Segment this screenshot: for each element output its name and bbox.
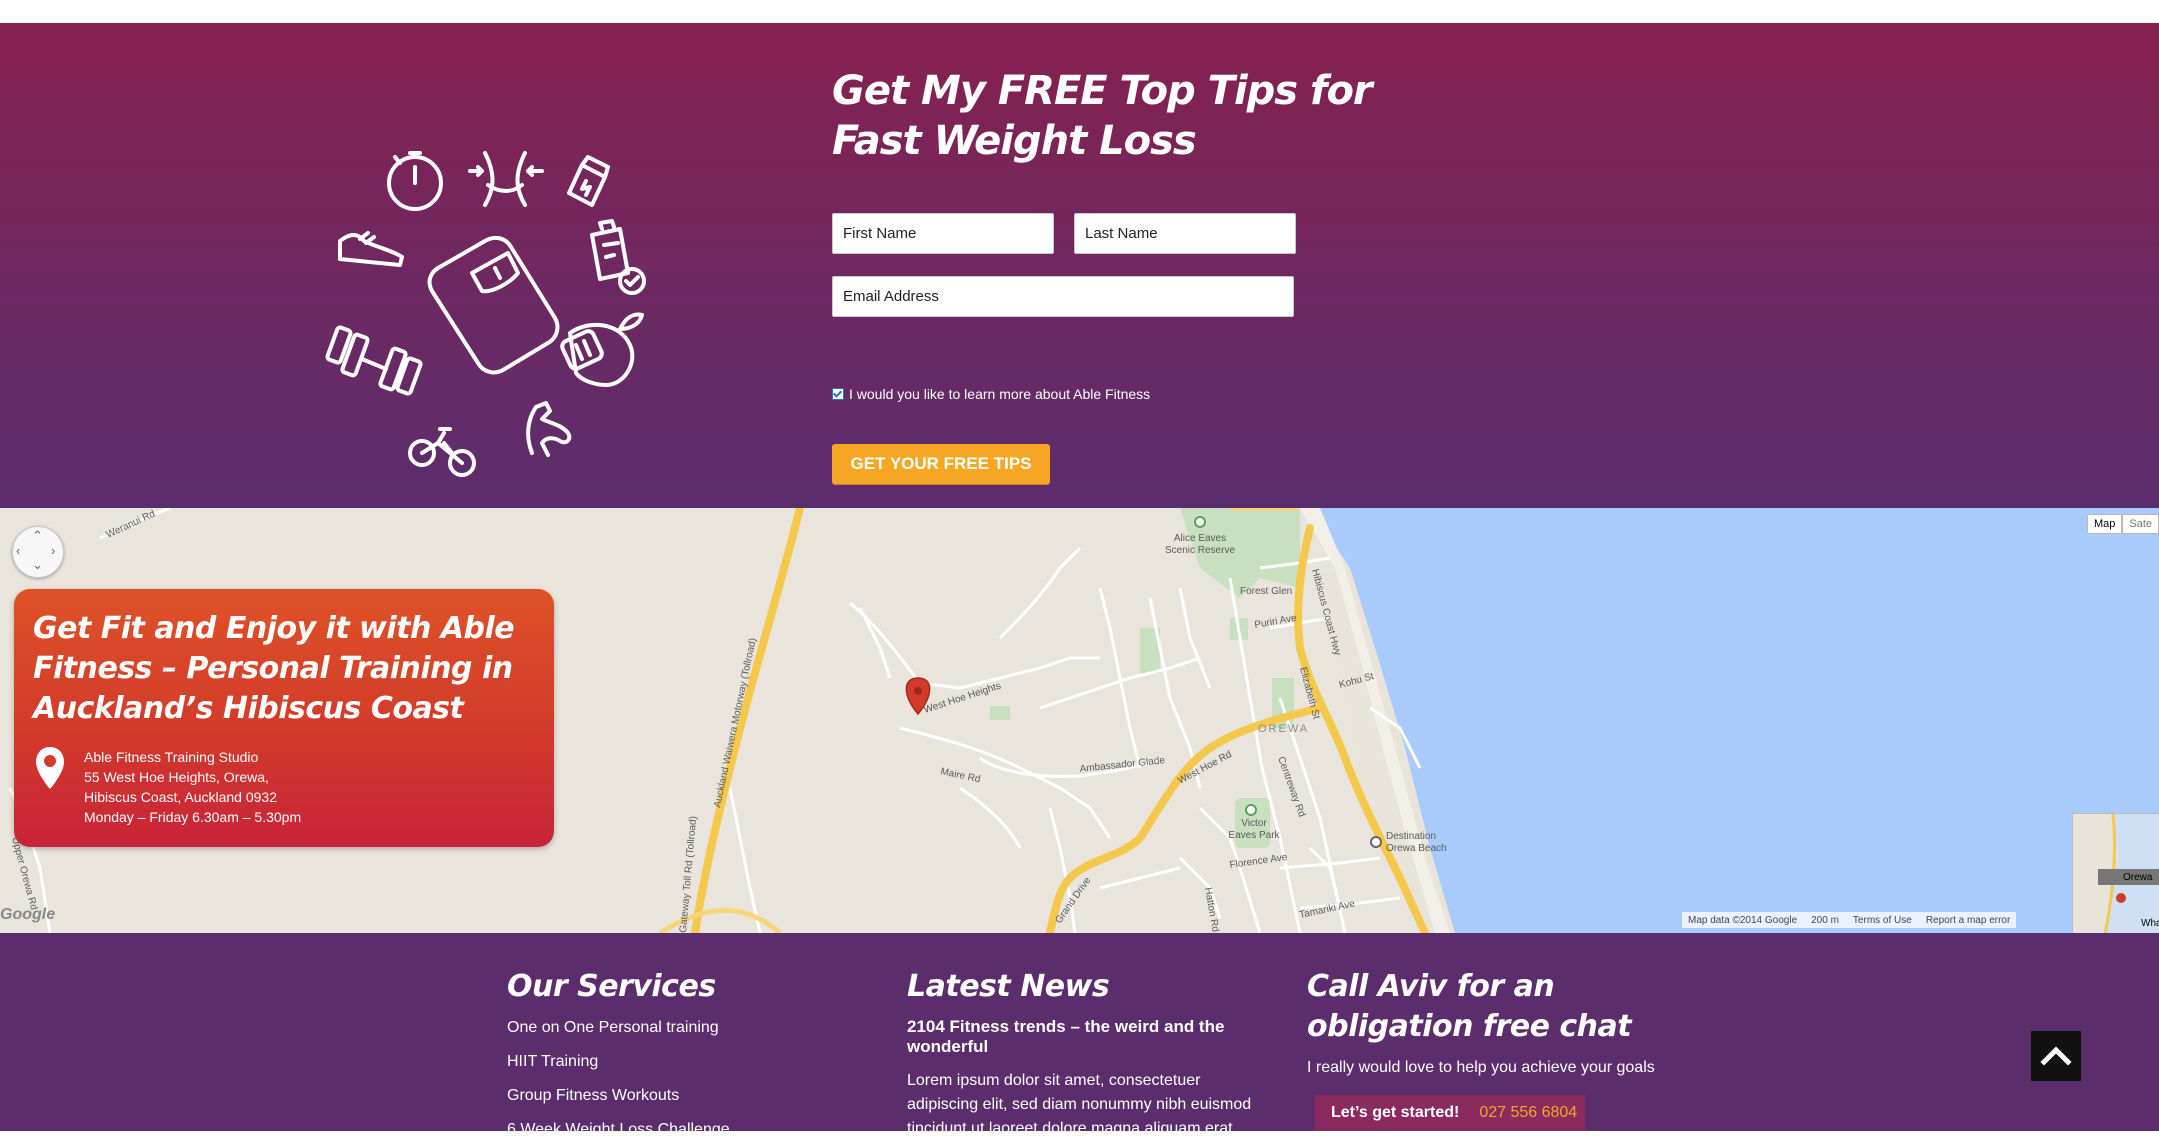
map-overview-minimap[interactable]: Orewa Wha [2072, 813, 2159, 933]
svg-text:Orewa: Orewa [2123, 872, 2153, 883]
svg-text:Victor: Victor [1241, 818, 1267, 829]
map-attribution: Map data ©2014 Google 200 m Terms of Use… [1682, 912, 2017, 928]
map-type-satellite-button[interactable]: Sate [2122, 514, 2159, 534]
map-scale-text: 200 m [1811, 914, 1839, 926]
service-link[interactable]: One on One Personal training [507, 1019, 719, 1037]
map-report-link[interactable]: Report a map error [1926, 915, 2010, 926]
pan-left-icon[interactable]: ‹ [16, 543, 20, 558]
site-footer: Our Services One on One Personal trainin… [0, 933, 2159, 1138]
sneaker-icon [338, 231, 404, 267]
get-tips-button[interactable]: GET YOUR FREE TIPS [832, 444, 1050, 484]
map-pan-control[interactable]: ⌃ ‹ › ⌄ [12, 526, 64, 578]
map-pin-icon [36, 747, 64, 789]
email-input[interactable] [832, 276, 1294, 317]
map-data-text: Map data ©2014 Google [1688, 914, 1798, 926]
get-started-bar[interactable]: Let’s get started! 027 556 6804 [1315, 1095, 1585, 1131]
news-title-link[interactable]: 2104 Fitness trends – the weird and the … [907, 1017, 1237, 1057]
first-name-input[interactable] [832, 213, 1054, 254]
svg-text:Wha: Wha [2141, 918, 2159, 929]
google-logo: Google [0, 906, 56, 923]
studio-info-card: Get Fit and Enjoy it with Able Fitness –… [14, 589, 554, 847]
tips-signup-section: Get My FREE Top Tips for Fast Weight Los… [0, 23, 2159, 508]
bicycle-icon [408, 427, 476, 477]
clipboard-check-icon [590, 219, 646, 295]
service-link[interactable]: 6 Week Weight Loss Challenge [507, 1121, 730, 1139]
waist-icon [468, 151, 544, 207]
svg-text:Forest Glen: Forest Glen [1240, 586, 1292, 597]
phone-link[interactable]: 027 556 6804 [1479, 1104, 1577, 1122]
get-started-label: Let’s get started! [1331, 1104, 1460, 1121]
map-type-map-button[interactable]: Map [2086, 514, 2123, 534]
map-type-toggle: Map Sate [2086, 514, 2159, 534]
card-title: Get Fit and Enjoy it with Able Fitness –… [33, 611, 515, 726]
news-excerpt: Lorem ipsum dolor sit amet, consectetuer… [907, 1072, 1252, 1131]
dumbbell-icon [325, 325, 423, 396]
pan-up-icon[interactable]: ⌃ [32, 528, 43, 544]
service-link[interactable]: Group Fitness Workouts [507, 1087, 679, 1105]
news-heading: Latest News [907, 969, 1110, 1004]
consent-label: I would you like to learn more about Abl… [849, 386, 1151, 402]
fitness-icons-cluster [325, 151, 646, 477]
studio-address: Able Fitness Training Studio 55 West Hoe… [84, 747, 301, 827]
pan-right-icon[interactable]: › [51, 543, 55, 558]
last-name-input[interactable] [1074, 213, 1296, 254]
stopwatch-icon [387, 151, 443, 211]
minimap-canvas: Orewa Wha [2073, 814, 2159, 933]
services-heading: Our Services [507, 969, 716, 1004]
tips-heading: Get My FREE Top Tips for Fast Weight Los… [832, 68, 1373, 164]
svg-text:Eaves Park: Eaves Park [1228, 830, 1280, 841]
address-line: 55 West Hoe Heights, Orewa, [84, 769, 269, 785]
consent-checkbox[interactable] [832, 388, 844, 400]
address-line: Able Fitness Training Studio [84, 749, 259, 765]
top-bar [0, 0, 2159, 23]
service-link[interactable]: HIIT Training [507, 1053, 598, 1071]
call-column: Call Aviv for an obligation free chat I … [1307, 933, 1727, 1131]
scale-icon [427, 235, 560, 375]
svg-text:Orewa Beach: Orewa Beach [1386, 843, 1447, 854]
svg-text:Alice Eaves: Alice Eaves [1174, 533, 1226, 544]
call-heading: Call Aviv for an obligation free chat [1307, 969, 1632, 1044]
news-column: Latest News 2104 Fitness trends – the we… [907, 933, 1267, 1131]
consent-row: I would you like to learn more about Abl… [832, 386, 1150, 402]
map-terms-link[interactable]: Terms of Use [1853, 915, 1912, 926]
flexed-arm-icon [526, 401, 572, 457]
svg-text:OREWA: OREWA [1258, 723, 1309, 735]
call-subtext: I really would love to help you achieve … [1307, 1059, 1655, 1076]
address-line: Hibiscus Coast, Auckland 0932 [84, 789, 277, 805]
back-to-top-button[interactable] [2031, 1031, 2081, 1081]
tape-measure-apple-icon [560, 312, 644, 387]
chevron-up-icon [2040, 1046, 2072, 1066]
opening-hours: Monday – Friday 6.30am – 5.30pm [84, 809, 302, 825]
pan-down-icon[interactable]: ⌄ [32, 557, 43, 573]
svg-text:Scenic Reserve: Scenic Reserve [1165, 545, 1235, 556]
drink-bottle-icon [567, 155, 610, 207]
svg-text:Destination: Destination [1386, 831, 1436, 842]
services-column: Our Services One on One Personal trainin… [507, 933, 867, 1138]
